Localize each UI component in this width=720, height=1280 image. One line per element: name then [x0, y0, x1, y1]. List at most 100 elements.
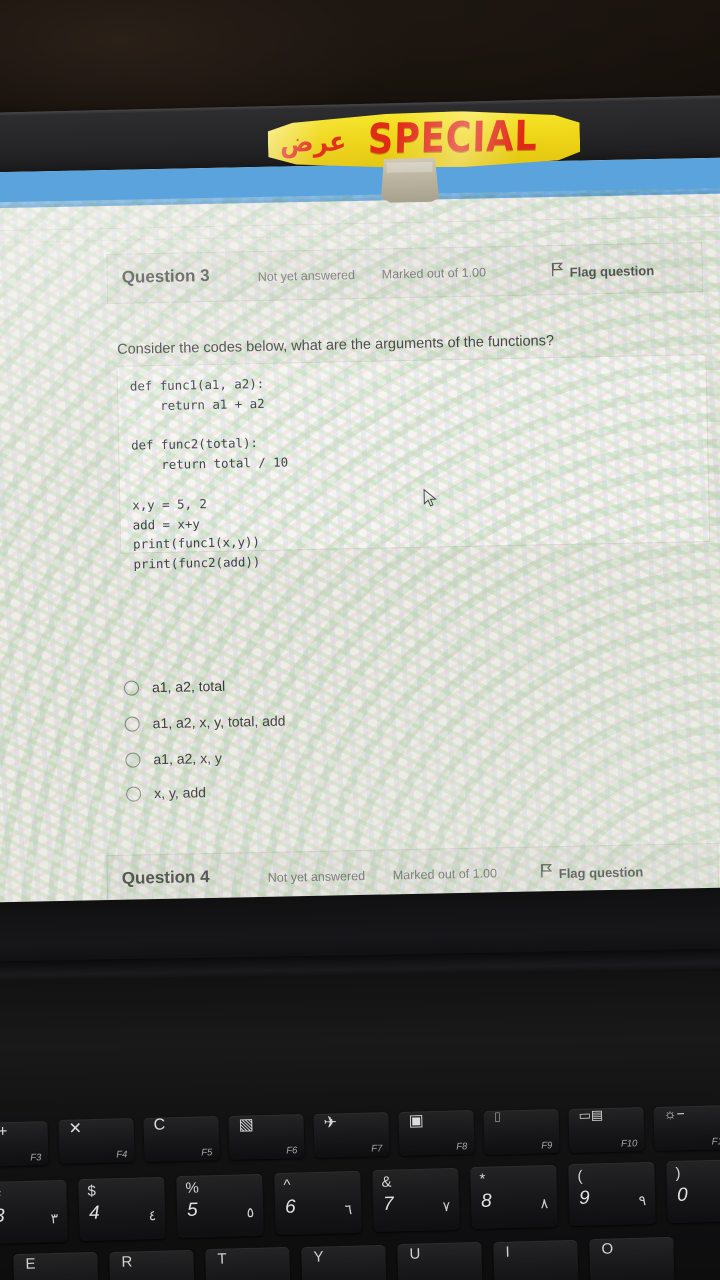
key-t[interactable]: T [205, 1246, 291, 1280]
key-f5[interactable]: C F5 [143, 1116, 220, 1162]
bluetooth-off-icon: ✕ [68, 1120, 83, 1138]
photo-scene: Question 3 Not yet answered Marked out o… [0, 0, 720, 1280]
airplane-mode-icon: ✈ [323, 1114, 338, 1132]
key-4[interactable]: $ 4 ٤ [78, 1176, 166, 1242]
key-f6-label: F6 [286, 1145, 298, 1157]
mouse-arrow-cursor [423, 488, 439, 508]
key-e[interactable]: E [13, 1251, 99, 1280]
option-b-radio[interactable] [124, 715, 140, 732]
flag-icon [551, 262, 564, 282]
display-switch-icon: ▭▤ [578, 1107, 604, 1123]
key-4-shift: $ [87, 1182, 97, 1200]
key-6-shift: ^ [283, 1176, 291, 1194]
lock-icon: ⌷ [493, 1109, 502, 1125]
question3-state: Not yet answered [257, 268, 356, 284]
key-0[interactable]: ) 0 [666, 1158, 720, 1224]
option-b-label: a1, a2, x, y, total, add [152, 712, 286, 732]
key-i-label: I [505, 1243, 510, 1261]
key-t-label: T [217, 1250, 227, 1268]
question4-marks: Marked out of 1.00 [392, 866, 498, 883]
key-4-latin: 4 [88, 1202, 100, 1224]
key-f5-label: F5 [201, 1147, 213, 1159]
key-f11-label: F11 [711, 1136, 720, 1148]
key-3[interactable]: # 3 ٣ [0, 1179, 68, 1245]
tape-folded-tab-highlight [386, 161, 433, 173]
key-f11[interactable]: ☼− F11 [653, 1104, 720, 1152]
question3-code-block: def func1(a1, a2): return a1 + a2 def fu… [116, 354, 711, 572]
key-y-label: Y [313, 1248, 324, 1266]
option-a-label: a1, a2, total [151, 677, 226, 696]
option-b[interactable]: a1, a2, x, y, total, add [124, 712, 286, 732]
volume-up-icon: ◁+ [0, 1123, 8, 1141]
key-3-shift: # [0, 1186, 1, 1203]
option-c[interactable]: a1, a2, x, y [125, 750, 222, 768]
key-u[interactable]: U [397, 1241, 483, 1280]
key-5-latin: 5 [186, 1199, 198, 1221]
option-d[interactable]: x, y, add [125, 784, 207, 802]
question4-flag-label: Flag question [558, 863, 644, 881]
question4-flag-button[interactable]: Flag question [540, 861, 644, 883]
question4-state: Not yet answered [267, 868, 366, 885]
question3-flag-button[interactable]: Flag question [551, 260, 655, 282]
key-5[interactable]: % 5 ٥ [176, 1173, 264, 1239]
key-f10[interactable]: ▭▤ F10 [568, 1107, 645, 1153]
key-8-arabic: ٨ [540, 1195, 549, 1212]
key-f6[interactable]: ▧ F6 [228, 1114, 305, 1160]
key-i[interactable]: I [493, 1239, 579, 1280]
laptop-screen: Question 3 Not yet answered Marked out o… [0, 157, 720, 918]
key-f3[interactable]: ◁+ F3 [0, 1121, 49, 1167]
question3-marks: Marked out of 1.00 [381, 265, 487, 282]
key-y[interactable]: Y [301, 1244, 387, 1280]
key-f7[interactable]: ✈ F7 [313, 1112, 390, 1158]
brightness-down-icon: ☼− [663, 1105, 685, 1122]
key-9-latin: 9 [578, 1187, 590, 1209]
key-5-shift: % [185, 1179, 200, 1197]
key-8-shift: * [479, 1170, 486, 1188]
key-6[interactable]: ^ 6 ٦ [274, 1170, 362, 1236]
question3-number: Question 3 [121, 265, 210, 287]
key-f10-label: F10 [620, 1138, 638, 1150]
keyboard-deck: ◁+ F3 ✕ F4 C F5 ▧ F6 ✈ F7 ▣ F8 ⌷ F9 ▭▤ F [0, 1104, 720, 1280]
camera-off-icon: ▣ [408, 1112, 425, 1130]
key-7-arabic: ٧ [442, 1198, 451, 1215]
key-e-label: E [25, 1255, 36, 1273]
question4-number: Question 4 [121, 867, 210, 888]
key-7[interactable]: & 7 ٧ [372, 1167, 460, 1233]
key-u-label: U [409, 1245, 421, 1263]
key-f8[interactable]: ▣ F8 [398, 1110, 475, 1156]
option-a[interactable]: a1, a2, total [123, 677, 226, 696]
question3-code-text: def func1(a1, a2): return a1 + a2 def fu… [129, 375, 289, 572]
option-d-label: x, y, add [153, 784, 207, 802]
key-f8-label: F8 [456, 1141, 468, 1153]
key-8-latin: 8 [480, 1190, 492, 1212]
question3-flag-label: Flag question [569, 262, 655, 280]
key-5-arabic: ٥ [246, 1204, 255, 1221]
key-f3-label: F3 [30, 1152, 42, 1164]
key-3-arabic: ٣ [50, 1210, 59, 1227]
cortana-c-icon: C [153, 1116, 166, 1134]
key-f7-label: F7 [371, 1143, 383, 1155]
key-o-label: O [601, 1240, 614, 1258]
key-7-latin: 7 [382, 1193, 394, 1215]
option-c-label: a1, a2, x, y [153, 749, 223, 768]
key-r[interactable]: R [109, 1249, 195, 1280]
key-6-arabic: ٦ [344, 1201, 353, 1218]
option-d-radio[interactable] [125, 785, 142, 802]
flag-icon [540, 863, 553, 883]
key-9[interactable]: ( 9 ٩ [568, 1161, 656, 1227]
key-0-shift: ) [675, 1164, 681, 1182]
touchpad-toggle-icon: ▧ [238, 1116, 255, 1134]
option-a-radio[interactable] [123, 679, 140, 696]
key-8[interactable]: * 8 ٨ [470, 1164, 558, 1230]
option-c-radio[interactable] [125, 751, 141, 768]
key-f4-label: F4 [116, 1149, 128, 1161]
key-f4[interactable]: ✕ F4 [58, 1118, 135, 1164]
webcam-cover-tape: عرض SPECIAL [267, 105, 580, 180]
key-4-arabic: ٤ [148, 1207, 157, 1224]
key-6-latin: 6 [284, 1196, 296, 1218]
key-o[interactable]: O [589, 1236, 675, 1280]
key-9-shift: ( [577, 1167, 583, 1185]
key-9-arabic: ٩ [638, 1192, 647, 1209]
key-0-latin: 0 [676, 1184, 688, 1206]
key-f9[interactable]: ⌷ F9 [483, 1109, 560, 1155]
